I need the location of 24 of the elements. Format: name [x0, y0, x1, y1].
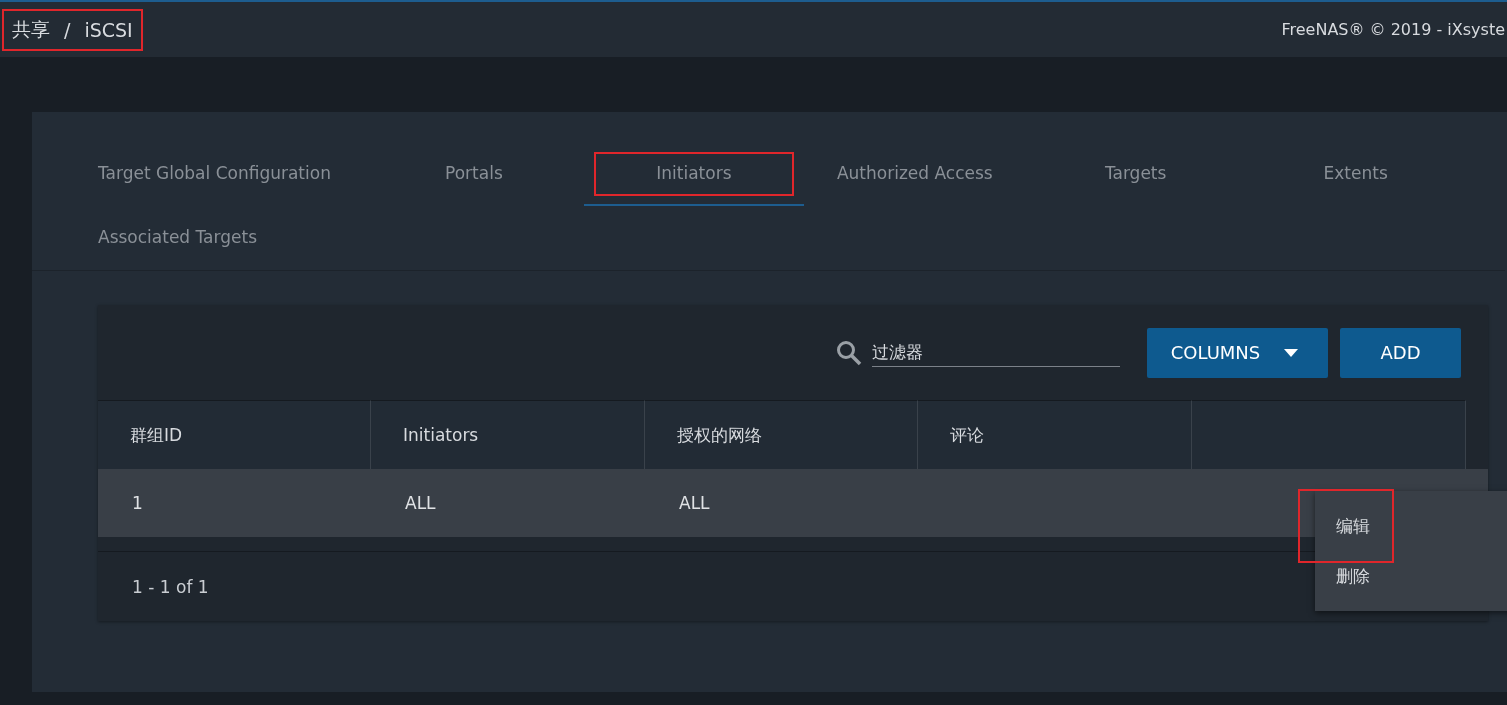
column-header[interactable]: 评论 [918, 400, 1192, 469]
add-button[interactable]: ADD [1340, 327, 1461, 378]
caret-icon [1284, 348, 1299, 357]
tab[interactable]: Extents [1245, 142, 1466, 206]
search-icon [836, 339, 862, 366]
column-header[interactable]: 群组ID [98, 400, 371, 469]
tab[interactable]: Target Global Configuration [65, 142, 364, 206]
breadcrumb-separator: / [64, 18, 71, 41]
table-cell: ALL [405, 493, 436, 513]
table-cell: ALL [679, 493, 710, 513]
columns-button[interactable]: COLUMNS [1147, 327, 1328, 378]
tab[interactable]: Initiators [583, 142, 804, 206]
tab[interactable]: Authorized Access [803, 142, 1026, 206]
column-header[interactable]: Initiators [371, 400, 645, 469]
pagination-text: 1 - 1 of 1 [132, 576, 209, 597]
filter-field[interactable]: 过滤器 [872, 338, 1120, 367]
copyright-text: FreeNAS® © 2019 - iXsyste [1281, 20, 1505, 39]
tab[interactable]: Targets [1025, 142, 1246, 206]
tab[interactable]: Associated Targets [65, 206, 290, 270]
breadcrumb-item[interactable]: 共享 [12, 16, 50, 43]
column-header[interactable]: 授权的网络 [645, 400, 918, 469]
breadcrumb-item[interactable]: iSCSI [84, 18, 133, 41]
tab[interactable]: Portals [363, 142, 584, 206]
table-cell: 1 [132, 493, 143, 513]
